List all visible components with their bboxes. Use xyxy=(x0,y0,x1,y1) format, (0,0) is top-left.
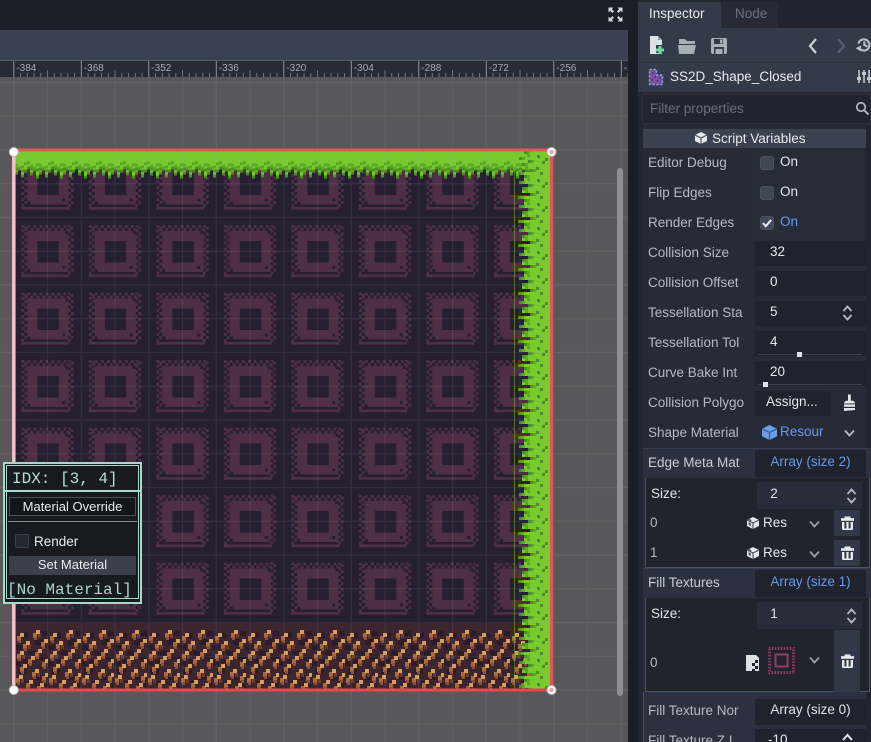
svg-text:-288: -288 xyxy=(421,63,441,74)
svg-text:-368: -368 xyxy=(84,63,104,74)
svg-text:-256: -256 xyxy=(556,63,576,74)
svg-text:-320: -320 xyxy=(286,63,306,74)
svg-text:-352: -352 xyxy=(151,63,171,74)
svg-text:-304: -304 xyxy=(354,63,374,74)
svg-text:-336: -336 xyxy=(219,63,239,74)
svg-text:-272: -272 xyxy=(489,63,509,74)
svg-text:-384: -384 xyxy=(16,63,36,74)
